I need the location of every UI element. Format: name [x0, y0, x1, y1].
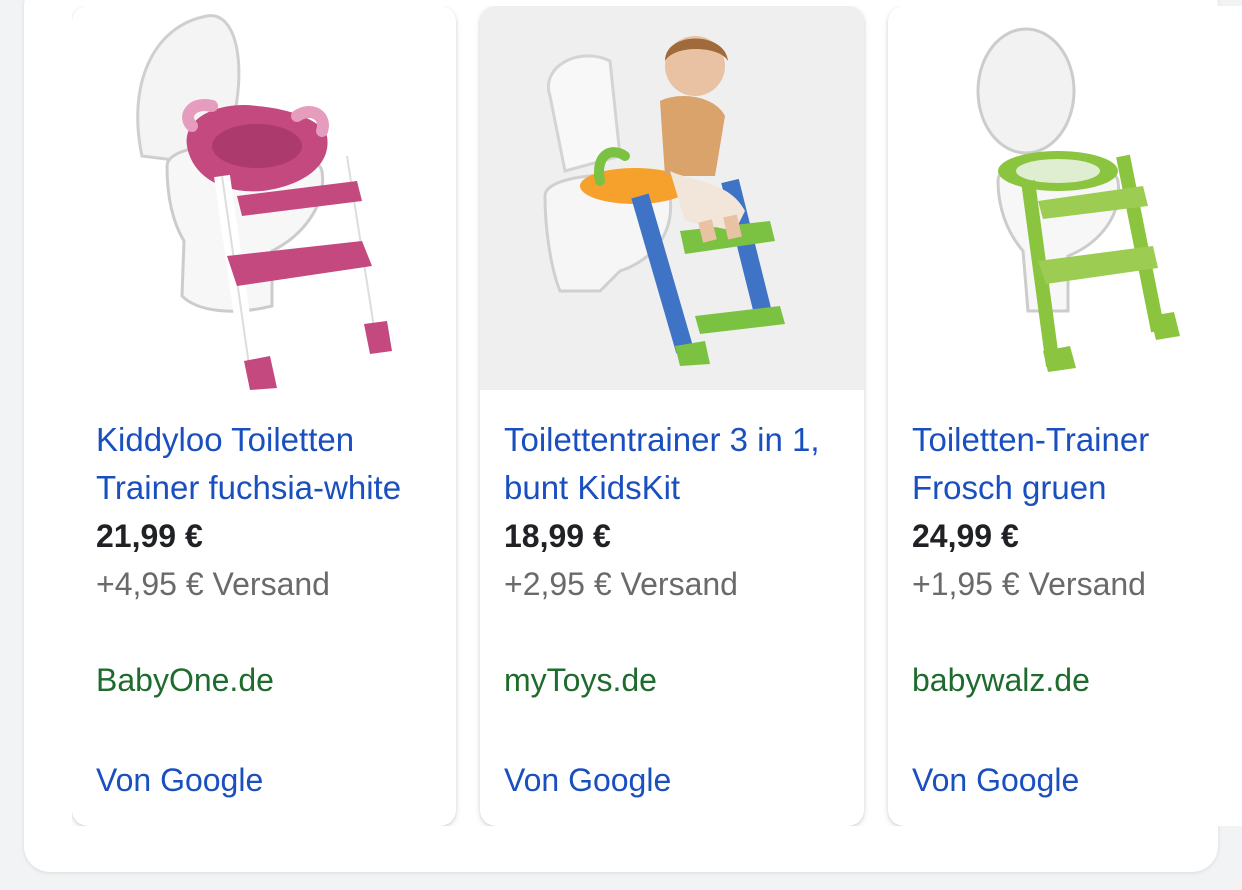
von-google-link[interactable]: Von Google [96, 756, 263, 804]
von-google-link[interactable]: Von Google [912, 756, 1079, 804]
girl-on-potty-ladder-image [480, 6, 864, 390]
product-image-frog-trainer[interactable] [888, 6, 1242, 390]
merchant-name[interactable]: babywalz.de [912, 656, 1090, 704]
product-image-pink-potty-trainer[interactable] [72, 6, 456, 390]
product-price: 18,99 € [504, 518, 611, 554]
shipping-cost: +2,95 € Versand [504, 566, 738, 602]
shipping-cost: +1,95 € Versand [912, 566, 1146, 602]
product-price: 21,99 € [96, 518, 203, 554]
product-price: 24,99 € [912, 518, 1019, 554]
shipping-cost: +4,95 € Versand [96, 566, 330, 602]
product-card-kidskit[interactable]: Toilettentrainer 3 in 1, bunt KidsKit 18… [480, 6, 864, 826]
merchant-name[interactable]: BabyOne.de [96, 656, 274, 704]
pink-potty-ladder-image [72, 6, 456, 390]
product-title-link[interactable]: Kiddyloo Toiletten Trainer fuchsia-white [96, 416, 441, 512]
green-frog-potty-ladder-image [888, 6, 1242, 390]
von-google-link[interactable]: Von Google [504, 756, 671, 804]
product-image-kidskit-trainer[interactable] [480, 6, 864, 390]
merchant-name[interactable]: myToys.de [504, 656, 657, 704]
product-card-frosch[interactable]: Toiletten-Trainer Frosch gruen 24,99 € +… [888, 6, 1242, 826]
product-title-link[interactable]: Toilettentrainer 3 in 1, bunt KidsKit [504, 416, 849, 512]
product-carousel[interactable]: Kiddyloo Toiletten Trainer fuchsia-white… [72, 6, 1242, 826]
product-title-link[interactable]: Toiletten-Trainer Frosch gruen [912, 416, 1242, 512]
product-card-kiddyloo[interactable]: Kiddyloo Toiletten Trainer fuchsia-white… [72, 6, 456, 826]
